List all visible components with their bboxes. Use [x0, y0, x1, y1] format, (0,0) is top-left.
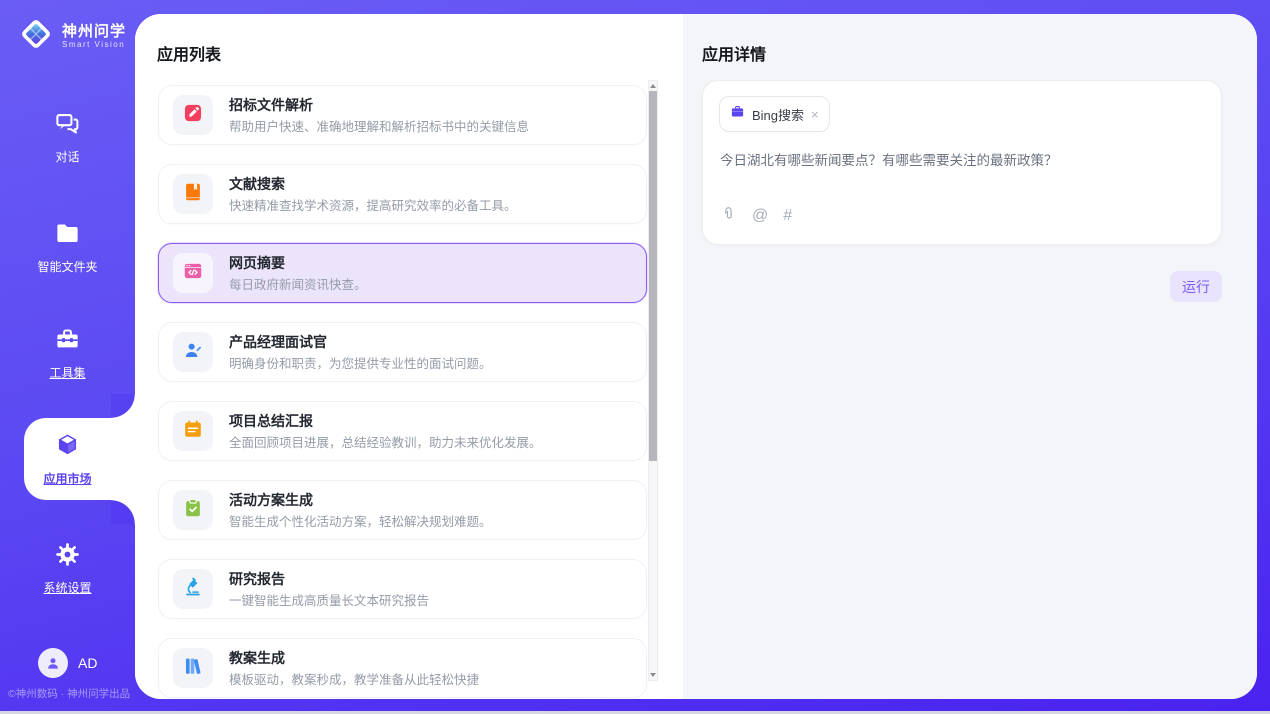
app-list-item[interactable]: 项目总结汇报 全面回顾项目进展，总结经验教训，助力未来优化发展。	[158, 401, 647, 461]
folder-icon	[54, 220, 81, 247]
run-button[interactable]: 运行	[1170, 271, 1222, 302]
browser-code-icon	[182, 260, 204, 287]
notch-fillet-bottom	[111, 500, 135, 524]
app-list-panel: 应用列表 招标文件解析 帮助用户快速、准确地理解和解析招标书中的关键信息 文献搜…	[135, 14, 683, 699]
app-item-description: 模板驱动，教案秒成，教学准备从此轻松快捷	[229, 672, 479, 688]
sidebar-item-2[interactable]: 工具集	[0, 326, 135, 381]
app-list-item[interactable]: 研究报告 一键智能生成高质量长文本研究报告	[158, 559, 647, 619]
interviewer-icon	[182, 339, 204, 366]
app-detail-card: Bing搜索 × 今日湖北有哪些新闻要点？有哪些需要关注的最新政策？ @ #	[702, 80, 1222, 245]
app-detail-title: 应用详情	[702, 41, 766, 65]
app-item-title: 活动方案生成	[229, 491, 492, 509]
microscope-icon	[182, 576, 204, 603]
sidebar-item-label: 系统设置	[0, 579, 135, 596]
app-detail-panel: 应用详情 Bing搜索 × 今日湖北有哪些新闻要点？有哪些需要关注的最新政策？	[683, 14, 1257, 699]
app-item-description: 快速精准查找学术资源，提高研究效率的必备工具。	[229, 198, 517, 214]
app-list-item[interactable]: 招标文件解析 帮助用户快速、准确地理解和解析招标书中的关键信息	[158, 85, 647, 145]
app-item-title: 文献搜索	[229, 175, 517, 193]
mention-icon[interactable]: @	[752, 207, 768, 225]
cube-icon	[54, 432, 81, 459]
app-list-item[interactable]: 文献搜索 快速精准查找学术资源，提高研究效率的必备工具。	[158, 164, 647, 224]
clipboard-check-icon	[182, 497, 204, 524]
sidebar: 神州问学 Smart Vision 对话 智能文件夹 工具集 应用市场 系统设置…	[0, 0, 135, 714]
app-item-title: 项目总结汇报	[229, 412, 542, 430]
app-item-title: 网页摘要	[229, 254, 367, 272]
app-list-item[interactable]: 产品经理面试官 明确身份和职责，为您提供专业性的面试问题。	[158, 322, 647, 382]
sidebar-item-4[interactable]: 系统设置	[0, 541, 135, 596]
app-item-title: 招标文件解析	[229, 96, 529, 114]
books-icon	[182, 655, 204, 682]
sidebar-item-label: 工具集	[0, 364, 135, 381]
app-item-description: 全面回顾项目进展，总结经验教训，助力未来优化发展。	[229, 435, 542, 451]
user-name: AD	[78, 655, 97, 671]
app-list-item[interactable]: 活动方案生成 智能生成个性化活动方案，轻松解决规划难题。	[158, 480, 647, 540]
app-list-item[interactable]: 网页摘要 每日政府新闻资讯快查。	[158, 243, 647, 303]
notch-fillet-top	[111, 394, 135, 418]
app-item-title: 研究报告	[229, 570, 429, 588]
app-item-description: 一键智能生成高质量长文本研究报告	[229, 593, 429, 609]
sidebar-item-label: 应用市场	[0, 470, 135, 487]
query-text[interactable]: 今日湖北有哪些新闻要点？有哪些需要关注的最新政策？	[720, 151, 1204, 170]
diamond-logo-icon	[17, 15, 55, 58]
sidebar-item-1[interactable]: 智能文件夹	[0, 220, 135, 275]
scrollbar-down-icon[interactable]	[649, 670, 657, 680]
app-item-title: 教案生成	[229, 649, 479, 667]
app-item-description: 明确身份和职责，为您提供专业性的面试问题。	[229, 356, 492, 372]
report-calendar-icon	[182, 418, 204, 445]
person-icon	[38, 648, 68, 678]
chat-icon	[54, 110, 81, 137]
main-content: 应用列表 招标文件解析 帮助用户快速、准确地理解和解析招标书中的关键信息 文献搜…	[135, 14, 1257, 699]
app-item-description: 帮助用户快速、准确地理解和解析招标书中的关键信息	[229, 119, 529, 135]
app-item-title: 产品经理面试官	[229, 333, 492, 351]
hash-icon[interactable]: #	[783, 207, 792, 225]
tool-chip-bing-search[interactable]: Bing搜索 ×	[719, 96, 830, 132]
app-item-description: 智能生成个性化活动方案，轻松解决规划难题。	[229, 514, 492, 530]
sidebar-item-3[interactable]: 应用市场	[0, 432, 135, 487]
brand-subtitle: Smart Vision	[62, 40, 126, 50]
book-icon	[182, 181, 204, 208]
scrollbar-thumb[interactable]	[649, 91, 657, 461]
user-profile[interactable]: AD	[38, 648, 97, 678]
sidebar-item-0[interactable]: 对话	[0, 110, 135, 165]
app-item-description: 每日政府新闻资讯快查。	[229, 277, 367, 293]
app-list-item[interactable]: 教案生成 模板驱动，教案秒成，教学准备从此轻松快捷	[158, 638, 647, 698]
app-list-title: 应用列表	[157, 41, 221, 65]
brand-name: 神州问学	[62, 23, 126, 40]
paperclip-icon[interactable]	[720, 205, 737, 227]
scrollbar-up-icon[interactable]	[649, 81, 657, 91]
briefcase-icon	[730, 104, 745, 124]
sidebar-item-label: 对话	[0, 148, 135, 165]
close-icon[interactable]: ×	[811, 108, 819, 121]
composer-toolbar: @ #	[720, 205, 792, 227]
tool-chip-label: Bing搜索	[752, 105, 804, 124]
copyright-footer: ©神州数码 · 神州问学出品	[8, 686, 135, 701]
edit-square-icon	[182, 102, 204, 129]
list-scrollbar[interactable]	[648, 80, 658, 681]
toolbox-icon	[54, 326, 81, 353]
brand-logo: 神州问学 Smart Vision	[17, 15, 126, 58]
app-list: 招标文件解析 帮助用户快速、准确地理解和解析招标书中的关键信息 文献搜索 快速精…	[135, 80, 683, 699]
gear-icon	[54, 541, 81, 568]
sidebar-item-label: 智能文件夹	[0, 258, 135, 275]
